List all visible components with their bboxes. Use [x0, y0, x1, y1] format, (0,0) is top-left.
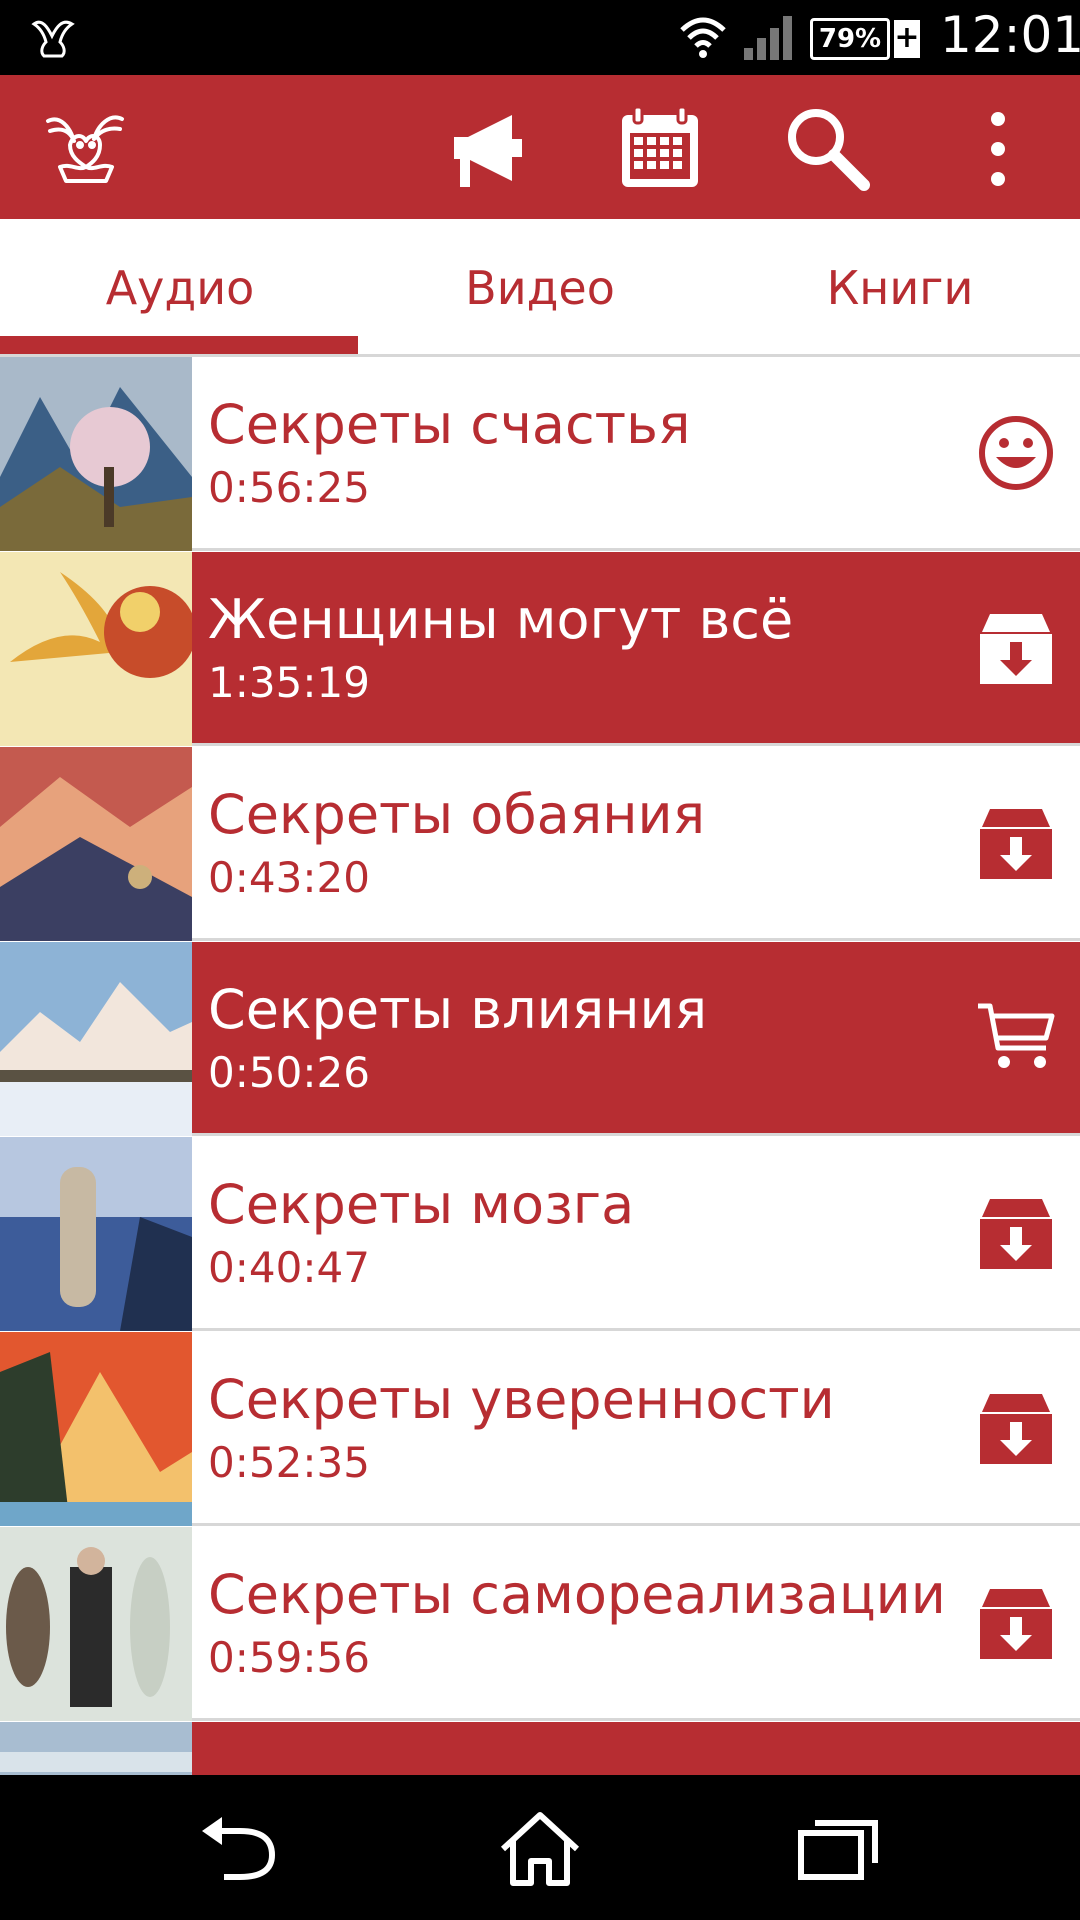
thumbnail-image [0, 942, 192, 1136]
clock: 12:01 [940, 6, 1080, 64]
charging-icon: + [894, 20, 920, 58]
thumbnail-image [0, 1137, 192, 1331]
more-vert-icon[interactable] [970, 105, 1026, 193]
item-duration: 0:56:25 [208, 463, 370, 512]
search-icon[interactable] [784, 105, 872, 193]
item-duration: 0:50:26 [208, 1048, 370, 1097]
item-title: Секреты счастья [208, 393, 691, 456]
tab-audio[interactable]: Аудио [0, 219, 360, 354]
download-box-icon[interactable] [976, 608, 1056, 688]
navigation-bar [0, 1775, 1080, 1920]
item-duration: 0:52:35 [208, 1438, 370, 1487]
status-bar: 79% + 12:01 [0, 0, 1080, 75]
thumbnail-image [0, 747, 192, 941]
thumbnail-image [0, 1722, 192, 1775]
thumbnail-image [0, 1527, 192, 1721]
tab-indicator [0, 336, 358, 354]
list-item[interactable] [0, 1722, 1080, 1775]
item-title: Женщины могут всё [208, 588, 794, 651]
calendar-icon[interactable] [616, 105, 704, 193]
home-icon[interactable] [497, 1811, 583, 1887]
list-item[interactable]: Секреты влияния 0:50:26 [0, 942, 1080, 1136]
list-item[interactable]: Секреты уверенности 0:52:35 [0, 1332, 1080, 1526]
app-bar [0, 75, 1080, 219]
thumbnail-image [0, 357, 192, 551]
list-item[interactable]: Женщины могут всё 1:35:19 [0, 552, 1080, 746]
item-title: Секреты обаяния [208, 783, 706, 846]
item-title: Секреты уверенности [208, 1368, 835, 1431]
download-box-icon[interactable] [976, 1193, 1056, 1273]
recent-apps-icon[interactable] [797, 1811, 883, 1887]
wifi-icon [680, 17, 726, 58]
list-item[interactable]: Секреты самореализации 0:59:56 [0, 1527, 1080, 1721]
thumbnail-image [0, 1332, 192, 1526]
item-title: Секреты влияния [208, 978, 708, 1041]
item-duration: 0:40:47 [208, 1243, 370, 1292]
item-duration: 0:59:56 [208, 1633, 370, 1682]
cart-icon[interactable] [976, 998, 1056, 1078]
bird-logo-icon[interactable] [40, 105, 130, 191]
battery-level: 79% [810, 18, 890, 60]
tab-video[interactable]: Видео [360, 219, 720, 354]
megaphone-icon[interactable] [446, 105, 534, 193]
signal-strength-icon [744, 16, 792, 60]
list-item[interactable]: Секреты счастья 0:56:25 [0, 357, 1080, 551]
list-item[interactable]: Секреты обаяния 0:43:20 [0, 747, 1080, 941]
item-title: Секреты мозга [208, 1173, 635, 1236]
back-icon[interactable] [200, 1811, 286, 1887]
item-title: Секреты самореализации [208, 1563, 946, 1626]
bird-notification-icon [31, 20, 75, 58]
list-item[interactable]: Секреты мозга 0:40:47 [0, 1137, 1080, 1331]
smile-icon[interactable] [976, 413, 1056, 493]
item-duration: 0:43:20 [208, 853, 370, 902]
download-box-icon[interactable] [976, 1388, 1056, 1468]
audio-list[interactable]: Секреты счастья 0:56:25 Женщины могут вс… [0, 357, 1080, 1775]
tab-books[interactable]: Книги [720, 219, 1080, 354]
download-box-icon[interactable] [976, 803, 1056, 883]
download-box-icon[interactable] [976, 1583, 1056, 1663]
thumbnail-image [0, 552, 192, 746]
battery-indicator: 79% + [810, 18, 920, 60]
item-duration: 1:35:19 [208, 658, 370, 707]
